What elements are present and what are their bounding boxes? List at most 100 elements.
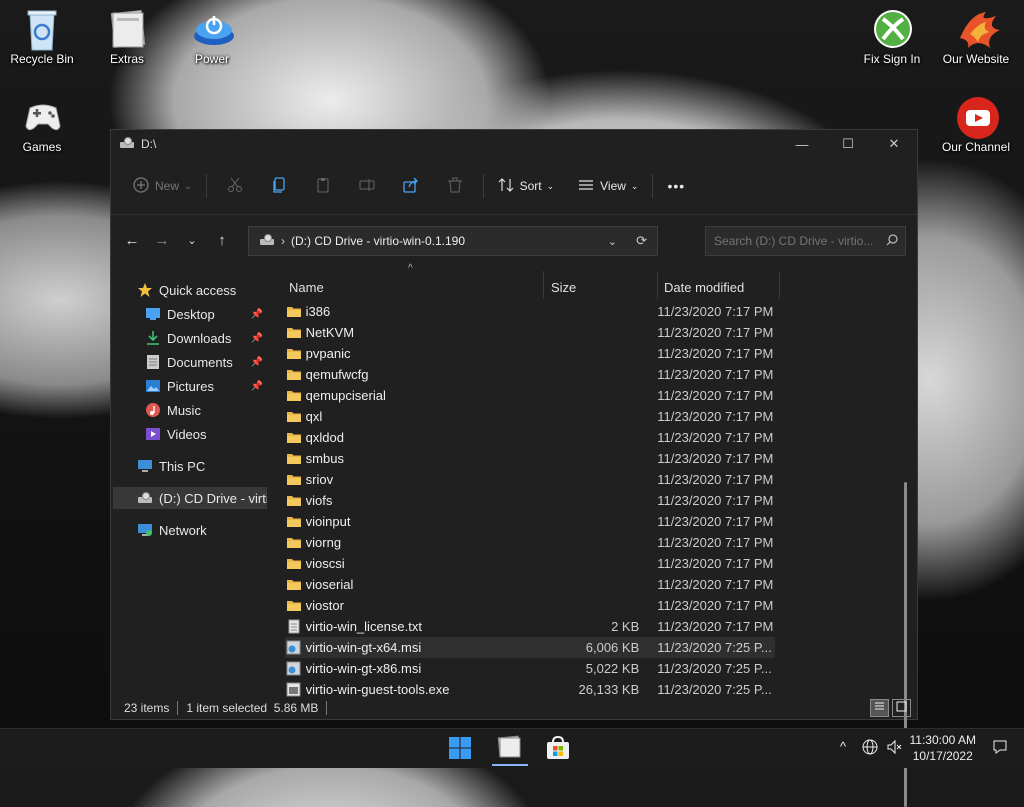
recent-locations-button[interactable]: ⌄ xyxy=(177,225,207,255)
nav-videos[interactable]: Videos xyxy=(145,423,267,445)
view-button[interactable]: View ⌄ xyxy=(570,170,646,202)
download-icon xyxy=(145,330,161,346)
details-view-button[interactable] xyxy=(870,699,889,717)
maximize-button[interactable]: ☐ xyxy=(825,130,871,158)
file-name: vioinput xyxy=(305,514,351,529)
nav-music[interactable]: Music xyxy=(145,399,267,421)
file-row[interactable]: viofs 11/23/2020 7:17 PM xyxy=(285,490,775,511)
desktop-icon-our-channel[interactable]: Our Channel xyxy=(940,96,1012,154)
more-options-button[interactable]: ••• xyxy=(659,170,693,202)
column-header-name[interactable]: Name xyxy=(289,273,539,301)
sort-button[interactable]: Sort ⌄ xyxy=(490,170,563,202)
file-name: pvpanic xyxy=(305,346,351,361)
forward-button[interactable]: → xyxy=(147,225,177,255)
paste-button[interactable] xyxy=(308,170,338,202)
desktop-folder-icon xyxy=(145,306,161,322)
desktop-icon-recycle-bin[interactable]: Recycle Bin xyxy=(6,8,78,66)
address-bar[interactable]: › (D:) CD Drive - virtio-win-0.1.190 ⌄ ⟳ xyxy=(248,226,658,256)
file-name: virtio-win_license.txt xyxy=(305,619,422,634)
file-row[interactable]: virtio-win-gt-x86.msi 5,022 KB 11/23/2020 … xyxy=(285,658,775,679)
minimize-button[interactable]: — xyxy=(779,130,825,158)
nav-pictures[interactable]: Pictures 📌 xyxy=(145,375,267,397)
search-box[interactable] xyxy=(705,226,906,256)
nav-network[interactable]: Network xyxy=(137,519,267,541)
arrow-left-icon: ← xyxy=(124,231,140,249)
volume-muted-icon[interactable] xyxy=(886,739,902,758)
file-row[interactable]: virtio-win_license.txt 2 KB 11/23/2020 7:1… xyxy=(285,616,775,637)
file-date-modified: 11/23/2020 7:17 PM xyxy=(657,556,774,571)
file-row[interactable]: smbus 11/23/2020 7:17 PM xyxy=(285,448,775,469)
nav-cd-drive[interactable]: (D:) CD Drive - virtio-win xyxy=(113,487,267,509)
column-header-size[interactable]: Size xyxy=(551,273,651,301)
delete-button[interactable] xyxy=(440,170,470,202)
file-row[interactable]: qemupciserial 11/23/2020 7:17 PM xyxy=(285,385,775,406)
column-header-date-modified[interactable]: Date modified xyxy=(664,273,779,301)
clock-time: 11:30:00 AM xyxy=(909,733,977,747)
clipboard-icon xyxy=(315,177,331,196)
cut-button[interactable] xyxy=(220,170,250,202)
file-row[interactable]: qxldod 11/23/2020 7:17 PM xyxy=(285,427,775,448)
pin-icon[interactable]: 📌 xyxy=(251,357,263,368)
nav-this-pc[interactable]: This PC xyxy=(137,455,267,477)
rename-button[interactable] xyxy=(352,170,382,202)
desktop-icon-fix-sign-in[interactable]: Fix Sign In xyxy=(856,8,928,66)
large-icons-view-button[interactable] xyxy=(892,699,911,717)
pin-icon[interactable]: 📌 xyxy=(251,309,263,320)
taskbar-file-explorer[interactable] xyxy=(492,732,528,766)
column-divider[interactable] xyxy=(543,271,544,299)
file-name: i386 xyxy=(305,304,331,319)
file-row[interactable]: vioinput 11/23/2020 7:17 PM xyxy=(285,511,775,532)
column-divider[interactable] xyxy=(779,271,780,299)
file-row[interactable]: vioscsi 11/23/2020 7:17 PM xyxy=(285,553,775,574)
document-icon xyxy=(145,354,161,370)
file-row[interactable]: i386 11/23/2020 7:17 PM xyxy=(285,301,775,322)
search-input[interactable] xyxy=(714,234,884,248)
folder-icon xyxy=(285,514,303,530)
cd-drive-icon xyxy=(137,490,153,506)
notification-icon[interactable] xyxy=(992,739,1008,758)
breadcrumb-path[interactable]: (D:) CD Drive - virtio-win-0.1.190 xyxy=(291,234,465,248)
file-row[interactable]: viostor 11/23/2020 7:17 PM xyxy=(285,595,775,616)
desktop-icon-our-website[interactable]: Our Website xyxy=(940,8,1012,66)
file-row[interactable]: sriov 11/23/2020 7:17 PM xyxy=(285,469,775,490)
share-button[interactable] xyxy=(396,170,426,202)
nav-quick-access[interactable]: Quick access xyxy=(137,279,267,301)
taskbar-store[interactable] xyxy=(540,732,576,766)
toolbar-divider xyxy=(482,174,484,198)
show-hidden-icons-chevron[interactable]: ^ xyxy=(840,739,846,754)
file-date-modified: 11/23/2020 7:17 PM xyxy=(657,535,774,550)
nav-desktop[interactable]: Desktop 📌 xyxy=(145,303,267,325)
file-row[interactable]: virtio-win-gt-x64.msi 6,006 KB 11/23/2020 … xyxy=(285,637,775,658)
file-row[interactable]: viorng 11/23/2020 7:17 PM xyxy=(285,532,775,553)
globe-network-icon[interactable] xyxy=(862,739,878,758)
file-size: 5,022 KB xyxy=(585,661,640,676)
nav-documents[interactable]: Documents 📌 xyxy=(145,351,267,373)
pin-icon[interactable]: 📌 xyxy=(251,333,263,344)
start-button[interactable] xyxy=(442,732,478,766)
file-explorer-window: D:\ — ☐ ✕ New ⌄ Sort ⌄ View ⌄ ••• ← → ⌄ … xyxy=(110,129,918,807)
desktop-icon-extras[interactable]: Extras xyxy=(91,8,163,66)
nav-downloads[interactable]: Downloads 📌 xyxy=(145,327,267,349)
toolbar-divider xyxy=(652,174,654,198)
file-date-modified: 11/23/2020 7:17 PM xyxy=(657,430,774,445)
clock[interactable]: 11:30:00 AM 10/17/2022 xyxy=(910,732,977,764)
file-row[interactable]: NetKVM 11/23/2020 7:17 PM xyxy=(285,322,775,343)
up-button[interactable]: ↑ xyxy=(207,225,237,255)
new-button[interactable]: New ⌄ xyxy=(125,170,200,202)
file-row[interactable]: qxl 11/23/2020 7:17 PM xyxy=(285,406,775,427)
back-button[interactable]: ← xyxy=(117,225,147,255)
refresh-icon[interactable]: ⟳ xyxy=(636,233,647,249)
file-row[interactable]: vioserial 11/23/2020 7:17 PM xyxy=(285,574,775,595)
close-button[interactable]: ✕ xyxy=(871,130,917,158)
column-divider[interactable] xyxy=(657,271,658,299)
installer-icon xyxy=(285,661,303,677)
file-date-modified: 11/23/2020 7:17 PM xyxy=(657,598,774,613)
pin-icon[interactable]: 📌 xyxy=(251,381,263,392)
address-history-button[interactable]: ⌄ xyxy=(608,235,617,248)
desktop-icon-power[interactable]: Power xyxy=(176,8,248,66)
file-name: sriov xyxy=(305,472,334,487)
file-row[interactable]: pvpanic 11/23/2020 7:17 PM xyxy=(285,343,775,364)
desktop-icon-games[interactable]: Games xyxy=(6,96,78,154)
copy-button[interactable] xyxy=(264,170,294,202)
file-row[interactable]: qemufwcfg 11/23/2020 7:17 PM xyxy=(285,364,775,385)
